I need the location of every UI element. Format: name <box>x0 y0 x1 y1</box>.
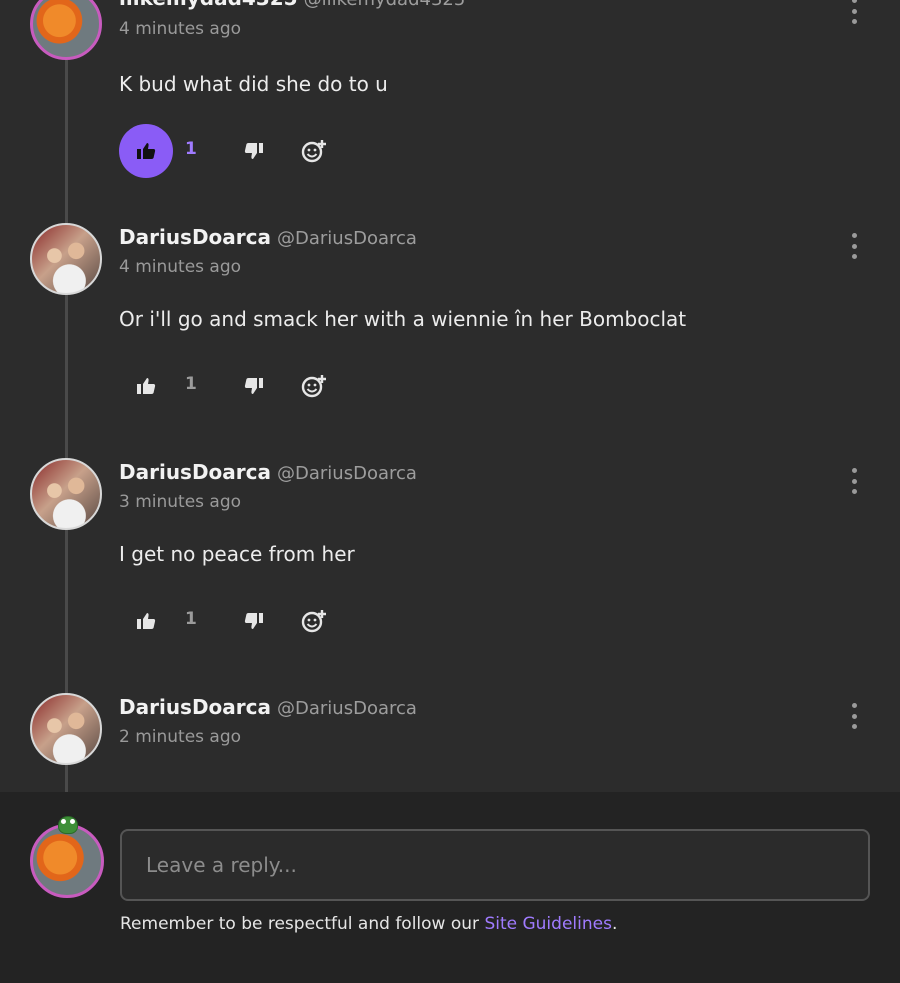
add-reaction-button[interactable] <box>297 136 331 166</box>
thumbs-down-icon <box>244 378 263 394</box>
avatar[interactable] <box>30 223 102 295</box>
avatar[interactable] <box>30 458 102 530</box>
dislike-button[interactable] <box>239 136 269 166</box>
user-handle: @DariusDoarca <box>277 463 417 484</box>
username[interactable]: DariusDoarca <box>119 695 271 719</box>
avatar <box>30 824 104 898</box>
like-count: 1 <box>185 609 197 629</box>
avatar[interactable] <box>30 0 102 60</box>
avatar[interactable] <box>30 693 102 765</box>
comment-author[interactable]: DariusDoarca @DariusDoarca <box>119 460 417 484</box>
comment: DariusDoarca @DariusDoarca 3 minutes ago … <box>0 458 900 693</box>
username[interactable]: llikemydad4325 <box>119 0 298 10</box>
comment-author[interactable]: llikemydad4325 @llikemydad4325 <box>119 0 465 10</box>
add-reaction-icon <box>301 610 326 633</box>
guidelines-note: Remember to be respectful and follow our… <box>120 914 617 934</box>
guidelines-text: Remember to be respectful and follow our <box>120 914 485 934</box>
username[interactable]: DariusDoarca <box>119 460 271 484</box>
comment-author[interactable]: DariusDoarca @DariusDoarca <box>119 695 417 719</box>
dislike-button[interactable] <box>239 371 269 401</box>
user-handle: @DariusDoarca <box>277 228 417 249</box>
comment: DariusDoarca @DariusDoarca 2 minutes ago <box>0 693 900 792</box>
comment: DariusDoarca @DariusDoarca 4 minutes ago … <box>0 223 900 458</box>
like-button[interactable] <box>119 594 173 648</box>
like-button[interactable] <box>119 359 173 413</box>
comment-text: I get no peace from her <box>119 542 355 566</box>
timestamp: 3 minutes ago <box>119 492 242 512</box>
add-reaction-button[interactable] <box>297 606 331 636</box>
like-button[interactable] <box>119 124 173 178</box>
more-options-button[interactable] <box>842 703 866 729</box>
reply-composer: Remember to be respectful and follow our… <box>0 792 900 983</box>
reply-input[interactable] <box>120 829 870 901</box>
guidelines-period: . <box>611 914 618 934</box>
thumbs-up-icon <box>137 378 156 394</box>
comment-author[interactable]: DariusDoarca @DariusDoarca <box>119 225 417 249</box>
user-handle: @DariusDoarca <box>277 698 417 719</box>
comment-text: K bud what did she do to u <box>119 72 388 96</box>
more-options-button[interactable] <box>842 0 866 24</box>
dislike-button[interactable] <box>239 606 269 636</box>
current-user-avatar <box>30 816 104 898</box>
add-reaction-icon <box>301 140 326 163</box>
thumbs-down-icon <box>244 143 263 159</box>
user-handle: @llikemydad4325 <box>304 0 466 10</box>
frog-icon <box>58 816 78 834</box>
thumbs-up-icon <box>137 613 156 629</box>
more-options-button[interactable] <box>842 468 866 494</box>
thumbs-down-icon <box>244 613 263 629</box>
more-options-button[interactable] <box>842 233 866 259</box>
like-count: 1 <box>185 374 197 394</box>
site-guidelines-link[interactable]: Site Guidelines <box>484 914 612 934</box>
timestamp: 4 minutes ago <box>119 19 242 39</box>
comment-text: Or i'll go and smack her with a wiennie … <box>119 307 687 331</box>
like-count: 1 <box>185 139 197 159</box>
thumbs-up-icon <box>137 143 156 159</box>
comment: llikemydad4325 @llikemydad4325 4 minutes … <box>0 0 900 223</box>
add-reaction-button[interactable] <box>297 371 331 401</box>
timestamp: 2 minutes ago <box>119 727 242 747</box>
timestamp: 4 minutes ago <box>119 257 242 277</box>
add-reaction-icon <box>301 375 326 398</box>
username[interactable]: DariusDoarca <box>119 225 271 249</box>
